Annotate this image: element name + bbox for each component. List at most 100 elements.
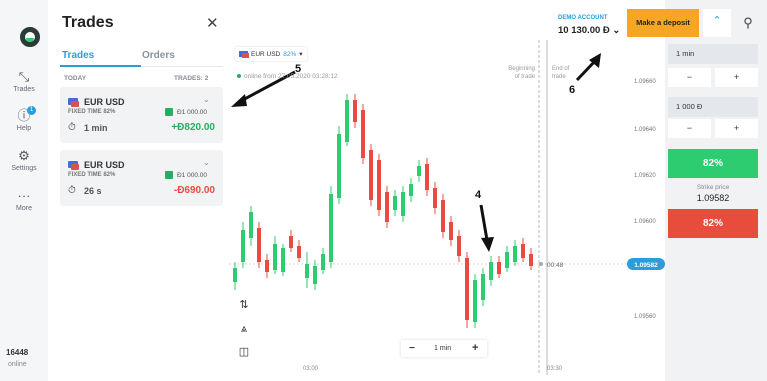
asset-payout: 82% [283, 50, 297, 58]
close-icon[interactable]: ✕ [206, 14, 219, 32]
trade-investment: Đ1 000.00 [177, 172, 207, 179]
beginning-of-trade-label: of trade [515, 74, 536, 80]
timer-icon: ⏱ [68, 122, 76, 133]
rail-item-help[interactable]: ⓘ 1 Help [0, 106, 48, 132]
candle-body [425, 164, 429, 190]
trading-app: ⤡ Trades ⓘ 1 Help ⚙ Settings ··· More 164… [0, 0, 767, 381]
rail-item-label: Trades [13, 86, 35, 93]
asset-selector[interactable]: EUR USD 82% ▾ [235, 47, 307, 61]
duration-minus-button[interactable]: − [668, 68, 711, 87]
trade-profit: +Đ820.00 [171, 122, 215, 133]
trade-timer: 26 s [84, 186, 102, 196]
candle-body [529, 254, 533, 266]
user-icon[interactable]: ⚲ [733, 9, 763, 37]
end-of-trade-label: trade [552, 74, 566, 80]
strike-price-value: 1.09582 [696, 193, 730, 203]
candle-body [513, 246, 517, 262]
candles-group [233, 94, 533, 328]
candle-body [441, 200, 445, 232]
drawing-tools-icon[interactable]: ⩓ [235, 320, 253, 338]
active-tab-indicator [60, 65, 141, 67]
candle-body [521, 244, 525, 258]
annotation-arrow-6: 6 [569, 53, 601, 96]
candle-body [329, 194, 333, 262]
gear-icon: ⚙ [18, 148, 30, 163]
trade-card[interactable]: EUR USD ⌄ FIXED TIME 82% Đ1 000.00 ⏱ 1 m… [60, 87, 223, 143]
zoom-in-button[interactable]: + [472, 342, 478, 354]
list-header-today: TODAY [64, 75, 87, 82]
eur-usd-flag-icon [68, 98, 79, 107]
candle-body [409, 184, 413, 196]
candle-body [353, 100, 357, 122]
trade-card[interactable]: EUR USD ⌄ FIXED TIME 82% Đ1 000.00 ⏱ 26 … [60, 150, 223, 206]
candle-body [289, 236, 293, 248]
online-dot-icon [237, 74, 241, 79]
candle-body [457, 236, 461, 256]
beginning-of-trade-label: Beginning [508, 66, 535, 72]
chevron-up-icon[interactable]: ⌃ [703, 9, 731, 37]
price-tick: 1.09560 [634, 314, 656, 320]
chevron-down-icon: ▾ [299, 51, 303, 58]
trade-profit: -Đ690.00 [173, 185, 215, 196]
amount-field[interactable]: 1 000 Đ [668, 97, 758, 117]
investment-icon [165, 171, 173, 179]
candle-body [265, 260, 269, 272]
candle-body [273, 244, 277, 270]
end-of-trade-label: End of [552, 66, 570, 72]
chart-area[interactable]: 1.09660 1.09640 1.09620 1.09600 1.09560 … [229, 0, 665, 381]
candle-body [297, 246, 301, 258]
candle-body [305, 264, 309, 278]
duration-plus-button[interactable]: + [715, 68, 758, 87]
rail-item-trades[interactable]: ⤡ Trades [0, 69, 48, 94]
candle-body [369, 150, 373, 200]
candle-body [449, 222, 453, 240]
tab-trades[interactable]: Trades [62, 50, 94, 61]
chevron-down-icon[interactable]: ⌄ [203, 158, 210, 167]
online-since: online from 27.05.2020 03:28:12 [237, 73, 338, 80]
candle-body [257, 228, 261, 262]
time-tick: 03:30 [547, 366, 563, 372]
candle-body [401, 192, 405, 216]
sell-down-button[interactable]: 82% [668, 209, 758, 238]
eur-usd-flag-icon [239, 51, 249, 58]
candle-body [377, 160, 381, 210]
indicators-icon[interactable]: ⇅ [235, 296, 253, 314]
online-label: online [8, 361, 27, 368]
eur-usd-flag-icon [68, 161, 79, 170]
layout-icon[interactable]: ◫ [235, 343, 253, 361]
annotation-arrow-5: 5 [231, 63, 301, 107]
investment-icon [165, 108, 173, 116]
tab-orders[interactable]: Orders [142, 50, 175, 61]
list-header-count: TRADES: 2 [174, 75, 209, 82]
trade-pair: EUR USD [84, 97, 125, 107]
chevron-down-icon[interactable]: ⌄ [203, 95, 210, 104]
price-tick: 1.09640 [634, 127, 656, 133]
candle-body [249, 212, 253, 238]
candle-body [281, 248, 285, 272]
rail-item-settings[interactable]: ⚙ Settings [0, 148, 48, 173]
rail-item-more[interactable]: ··· More [0, 189, 48, 213]
zoom-out-button[interactable]: − [409, 343, 415, 354]
amount-minus-button[interactable]: − [668, 119, 711, 138]
rail-item-label: Settings [11, 165, 37, 172]
current-price-value: 1.09582 [634, 262, 658, 269]
strike-price-label: Strike price [696, 184, 730, 191]
zoom-value: 1 min [434, 345, 452, 352]
candle-body [337, 134, 341, 198]
expand-arrows-icon: ⤡ [18, 69, 30, 84]
trades-panel: Trades ✕ Trades Orders TODAY TRADES: 2 E… [48, 0, 229, 381]
make-deposit-button[interactable]: Make a deposit [627, 9, 699, 37]
candle-body [433, 188, 437, 208]
annotation-arrow-4: 4 [475, 189, 494, 252]
candle-body [393, 196, 397, 210]
timeframe-zoom: − 1 min + [401, 340, 487, 357]
help-icon: ⓘ 1 [0, 106, 48, 123]
buy-up-button[interactable]: 82% [668, 149, 758, 178]
account-balance[interactable]: 10 130.00 Đ ⌄ [558, 25, 620, 36]
online-count: 16448 [6, 348, 29, 357]
candle-body [233, 268, 237, 282]
trade-pair: EUR USD [84, 160, 125, 170]
annotation-label: 4 [475, 189, 482, 201]
duration-field[interactable]: 1 min [668, 44, 758, 64]
amount-plus-button[interactable]: + [715, 119, 758, 138]
